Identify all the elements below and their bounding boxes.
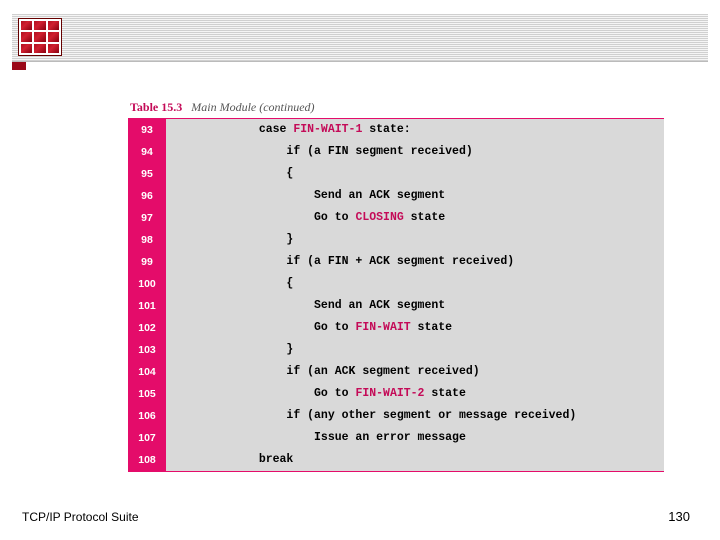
- line-number: 93: [128, 119, 166, 141]
- table-row: 104 if (an ACK segment received): [128, 361, 664, 383]
- table-row: 105 Go to FIN-WAIT-2 state: [128, 383, 664, 405]
- line-number: 97: [128, 207, 166, 229]
- code-cell: Go to CLOSING state: [166, 207, 664, 229]
- code-cell: }: [166, 229, 664, 251]
- table-row: 98 }: [128, 229, 664, 251]
- table-row: 94 if (a FIN segment received): [128, 141, 664, 163]
- code-cell: break: [166, 449, 664, 471]
- code-cell: {: [166, 163, 664, 185]
- line-number: 107: [128, 427, 166, 449]
- table-row: 107 Issue an error message: [128, 427, 664, 449]
- code-cell: Issue an error message: [166, 427, 664, 449]
- logo-grid-icon: [18, 18, 62, 56]
- line-number: 102: [128, 317, 166, 339]
- code-cell: if (any other segment or message receive…: [166, 405, 664, 427]
- corner-accent: [12, 62, 26, 70]
- table-row: 96 Send an ACK segment: [128, 185, 664, 207]
- caption-title: Main Module (continued): [191, 100, 314, 114]
- caption-label: Table 15.3: [130, 100, 182, 114]
- line-number: 104: [128, 361, 166, 383]
- table-row: 97 Go to CLOSING state: [128, 207, 664, 229]
- table-row: 100 {: [128, 273, 664, 295]
- line-number: 95: [128, 163, 166, 185]
- header-band: [12, 14, 708, 62]
- table-row: 95 {: [128, 163, 664, 185]
- line-number: 99: [128, 251, 166, 273]
- table-row: 99 if (a FIN + ACK segment received): [128, 251, 664, 273]
- code-cell: if (a FIN + ACK segment received): [166, 251, 664, 273]
- table-row: 108 break: [128, 449, 664, 471]
- table-row: 102 Go to FIN-WAIT state: [128, 317, 664, 339]
- code-cell: Go to FIN-WAIT state: [166, 317, 664, 339]
- table-row: 103 }: [128, 339, 664, 361]
- table-row: 101 Send an ACK segment: [128, 295, 664, 317]
- footer-text: TCP/IP Protocol Suite: [22, 510, 139, 524]
- code-cell: {: [166, 273, 664, 295]
- code-table: 93 case FIN-WAIT-1 state:94 if (a FIN se…: [128, 118, 664, 472]
- line-number: 101: [128, 295, 166, 317]
- code-cell: if (an ACK segment received): [166, 361, 664, 383]
- table-caption: Table 15.3 Main Module (continued): [130, 100, 315, 115]
- code-cell: }: [166, 339, 664, 361]
- line-number: 98: [128, 229, 166, 251]
- line-number: 106: [128, 405, 166, 427]
- line-number: 96: [128, 185, 166, 207]
- line-number: 100: [128, 273, 166, 295]
- code-cell: if (a FIN segment received): [166, 141, 664, 163]
- code-cell: case FIN-WAIT-1 state:: [166, 119, 664, 141]
- code-cell: Go to FIN-WAIT-2 state: [166, 383, 664, 405]
- table-row: 106 if (any other segment or message rec…: [128, 405, 664, 427]
- code-cell: Send an ACK segment: [166, 185, 664, 207]
- line-number: 108: [128, 449, 166, 471]
- page-number: 130: [668, 509, 690, 524]
- line-number: 94: [128, 141, 166, 163]
- code-cell: Send an ACK segment: [166, 295, 664, 317]
- line-number: 103: [128, 339, 166, 361]
- line-number: 105: [128, 383, 166, 405]
- table-row: 93 case FIN-WAIT-1 state:: [128, 119, 664, 141]
